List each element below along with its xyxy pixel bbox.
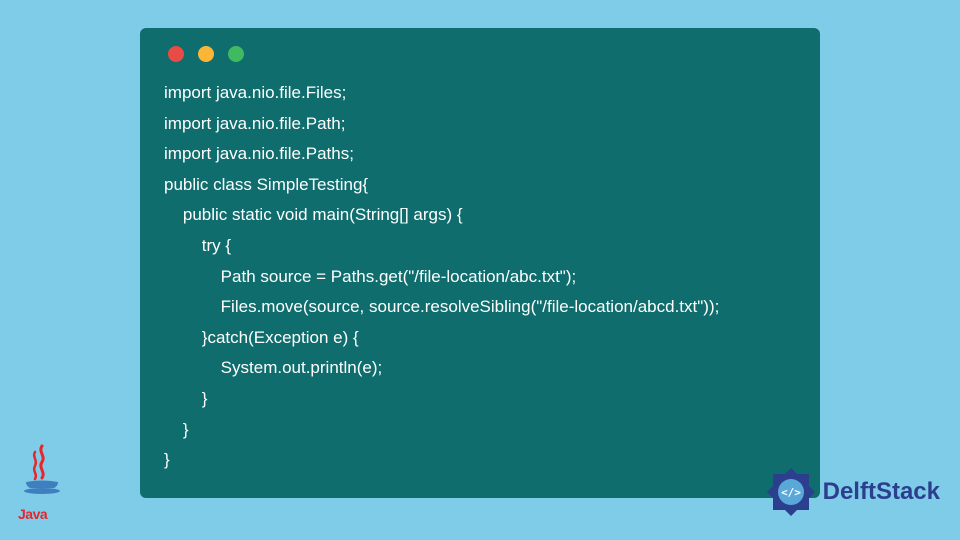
java-logo: Java (18, 444, 66, 522)
delftstack-badge-icon: </> (765, 466, 817, 518)
minimize-icon (198, 46, 214, 62)
code-block: import java.nio.file.Files; import java.… (164, 78, 796, 476)
java-logo-label: Java (18, 506, 66, 522)
maximize-icon (228, 46, 244, 62)
svg-text:</>: </> (781, 486, 801, 499)
java-cup-icon (18, 444, 66, 506)
code-window: import java.nio.file.Files; import java.… (140, 28, 820, 498)
delftstack-logo-label: DelftStack (823, 478, 940, 506)
delftstack-logo: </> DelftStack (765, 466, 940, 518)
close-icon (168, 46, 184, 62)
traffic-lights (164, 46, 796, 62)
